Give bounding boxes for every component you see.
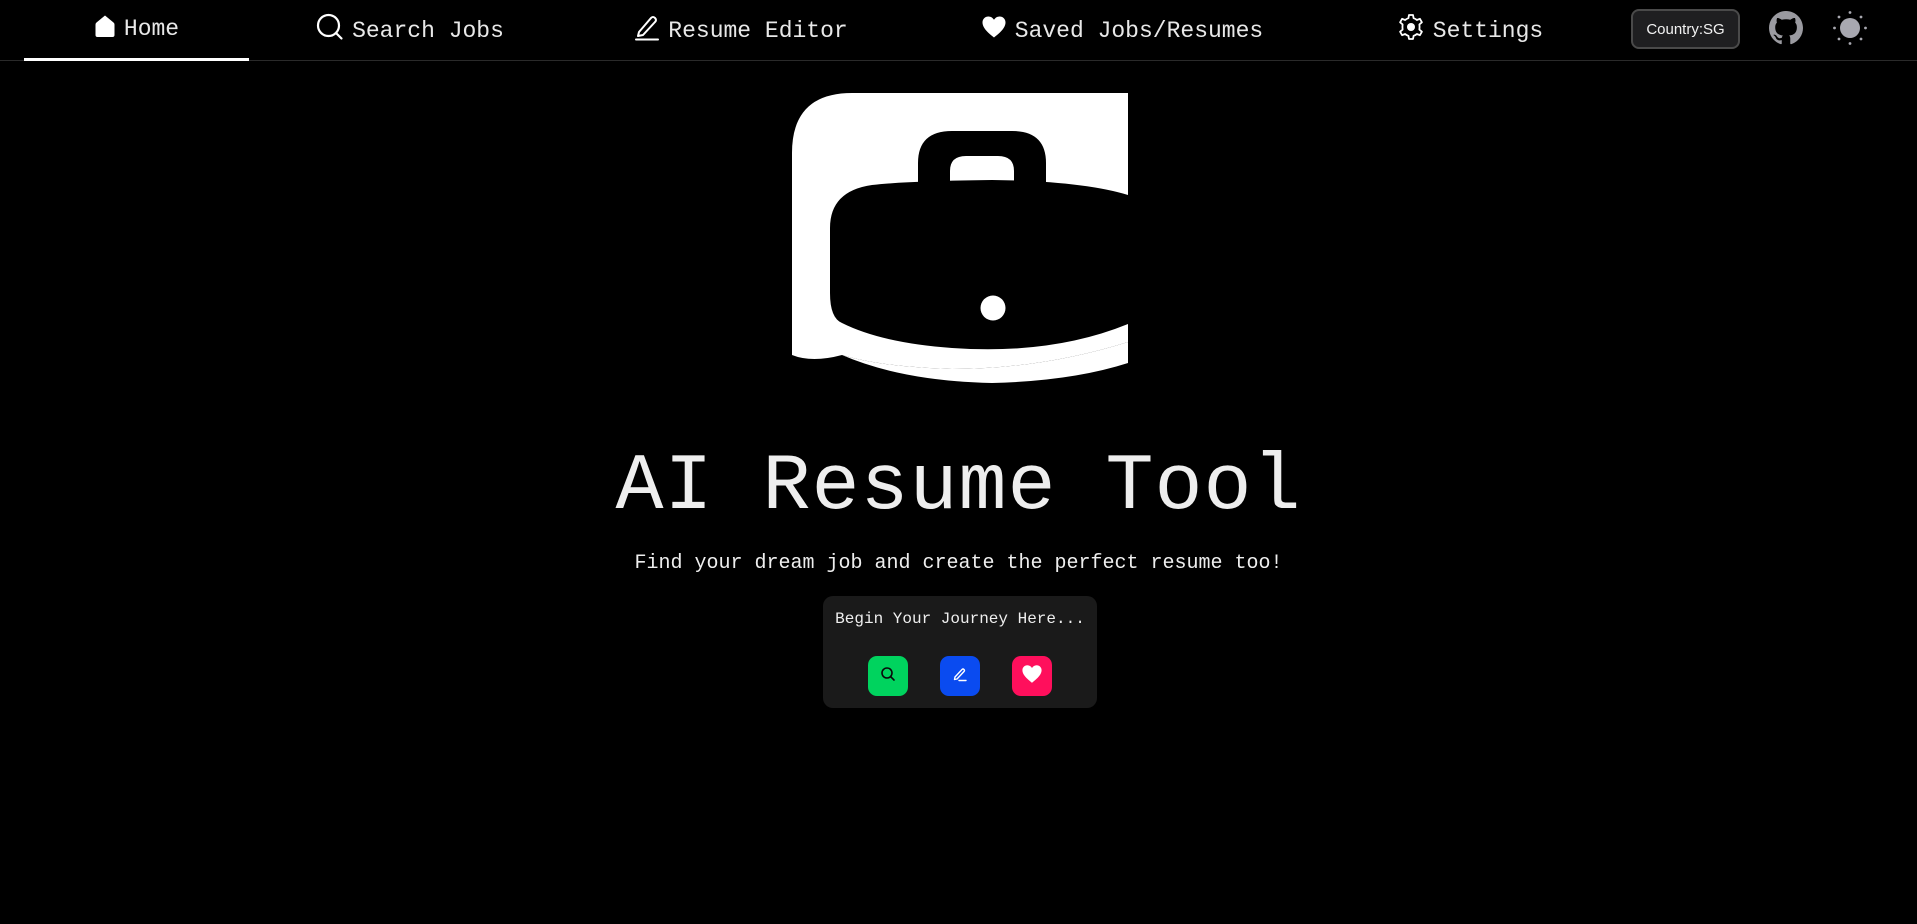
tab-home[interactable]: Home <box>24 0 249 61</box>
search-icon <box>880 666 896 687</box>
gear-icon <box>1397 13 1425 48</box>
page-subtitle: Find your dream job and create the perfe… <box>634 552 1283 575</box>
tab-search-jobs-label: Search Jobs <box>352 17 504 44</box>
tab-settings-label: Settings <box>1432 17 1544 44</box>
tab-home-label: Home <box>123 16 180 42</box>
country-selector-button[interactable]: Country:SG <box>1631 9 1740 49</box>
tab-search-jobs[interactable]: Search Jobs <box>305 0 515 61</box>
journey-card: Begin Your Journey Here... <box>823 596 1097 708</box>
resume-editor-button[interactable] <box>940 656 980 696</box>
github-link[interactable] <box>1766 10 1806 50</box>
theme-toggle-button[interactable] <box>1830 10 1870 50</box>
journey-label: Begin Your Journey Here... <box>835 610 1085 628</box>
heart-icon <box>1021 664 1043 689</box>
briefcase-logo-icon <box>792 93 1128 430</box>
top-navbar: Home Search Jobs Resume Editor Saved Job… <box>0 0 1917 61</box>
saved-jobs-button[interactable] <box>1012 656 1052 696</box>
search-icon <box>316 13 344 48</box>
home-icon <box>94 14 116 45</box>
tab-saved-jobs-resumes-label: Saved Jobs/Resumes <box>1014 17 1264 44</box>
tab-saved-jobs-resumes[interactable]: Saved Jobs/Resumes <box>980 0 1264 61</box>
search-jobs-button[interactable] <box>868 656 908 696</box>
tab-resume-editor-label: Resume Editor <box>668 17 848 44</box>
sun-icon <box>1832 10 1868 51</box>
tab-settings[interactable]: Settings <box>1390 0 1550 61</box>
github-icon <box>1769 10 1803 50</box>
pencil-icon <box>952 666 968 687</box>
pencil-icon <box>634 13 660 48</box>
heart-icon <box>981 15 1007 46</box>
tab-resume-editor[interactable]: Resume Editor <box>628 0 854 61</box>
page-title: AI Resume Tool <box>615 442 1302 533</box>
